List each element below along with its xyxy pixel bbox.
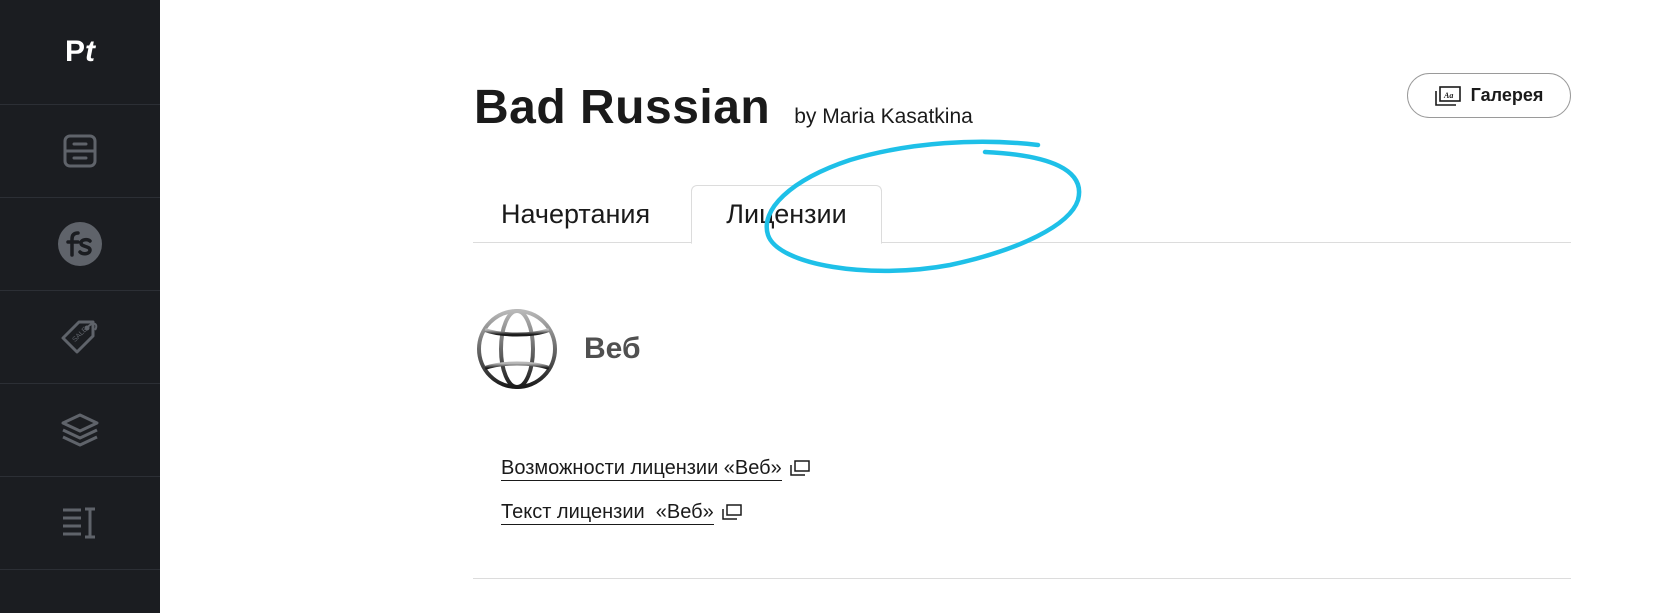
sale-tag-icon: SALE (61, 320, 98, 354)
logo-letter-t: t (85, 35, 95, 68)
font-title: Bad Russian (474, 81, 771, 134)
sidebar: Pt SALE (0, 0, 160, 613)
license-text-link[interactable]: Текст лицензии «Веб» (501, 499, 810, 525)
gallery-button[interactable]: Aa Галерея (1407, 73, 1571, 118)
tab-styles[interactable]: Начертания (473, 185, 690, 243)
gallery-icon: Aa (1434, 85, 1461, 106)
title-row: Bad Russian by Maria Kasatkina (474, 80, 973, 135)
license-features-link-label: Возможности лицензии «Веб» (501, 456, 782, 481)
license-features-link[interactable]: Возможности лицензии «Веб» (501, 455, 810, 481)
logo[interactable]: Pt (0, 0, 160, 105)
section-divider (473, 578, 1571, 579)
highlight-circle-annotation (764, 139, 1082, 274)
sidebar-item-layers[interactable] (0, 384, 160, 477)
sidebar-item-fontstore[interactable] (0, 198, 160, 291)
license-title: Веб (584, 332, 641, 365)
sidebar-item-sale[interactable]: SALE (0, 291, 160, 384)
catalog-icon (63, 134, 97, 168)
main-content: Bad Russian by Maria Kasatkina Aa Галере… (160, 0, 1680, 613)
external-window-icon (721, 504, 742, 520)
license-text-link-label: Текст лицензии «Веб» (501, 500, 714, 525)
text-cursor-icon (63, 507, 95, 539)
svg-text:Aa: Aa (1443, 91, 1453, 100)
external-window-icon (790, 460, 810, 476)
logo-letter-p: P (64, 35, 85, 68)
sidebar-item-text[interactable] (0, 477, 160, 570)
gallery-button-label: Галерея (1470, 85, 1544, 105)
globe-icon (477, 309, 557, 389)
layers-icon (61, 413, 99, 447)
license-header: Веб (476, 308, 640, 390)
fontstore-icon (58, 222, 102, 266)
font-author: by Maria Kasatkina (794, 105, 973, 128)
license-links: Возможности лицензии «Веб» Текст лицензи… (501, 455, 810, 543)
sidebar-item-catalog[interactable] (0, 105, 160, 198)
